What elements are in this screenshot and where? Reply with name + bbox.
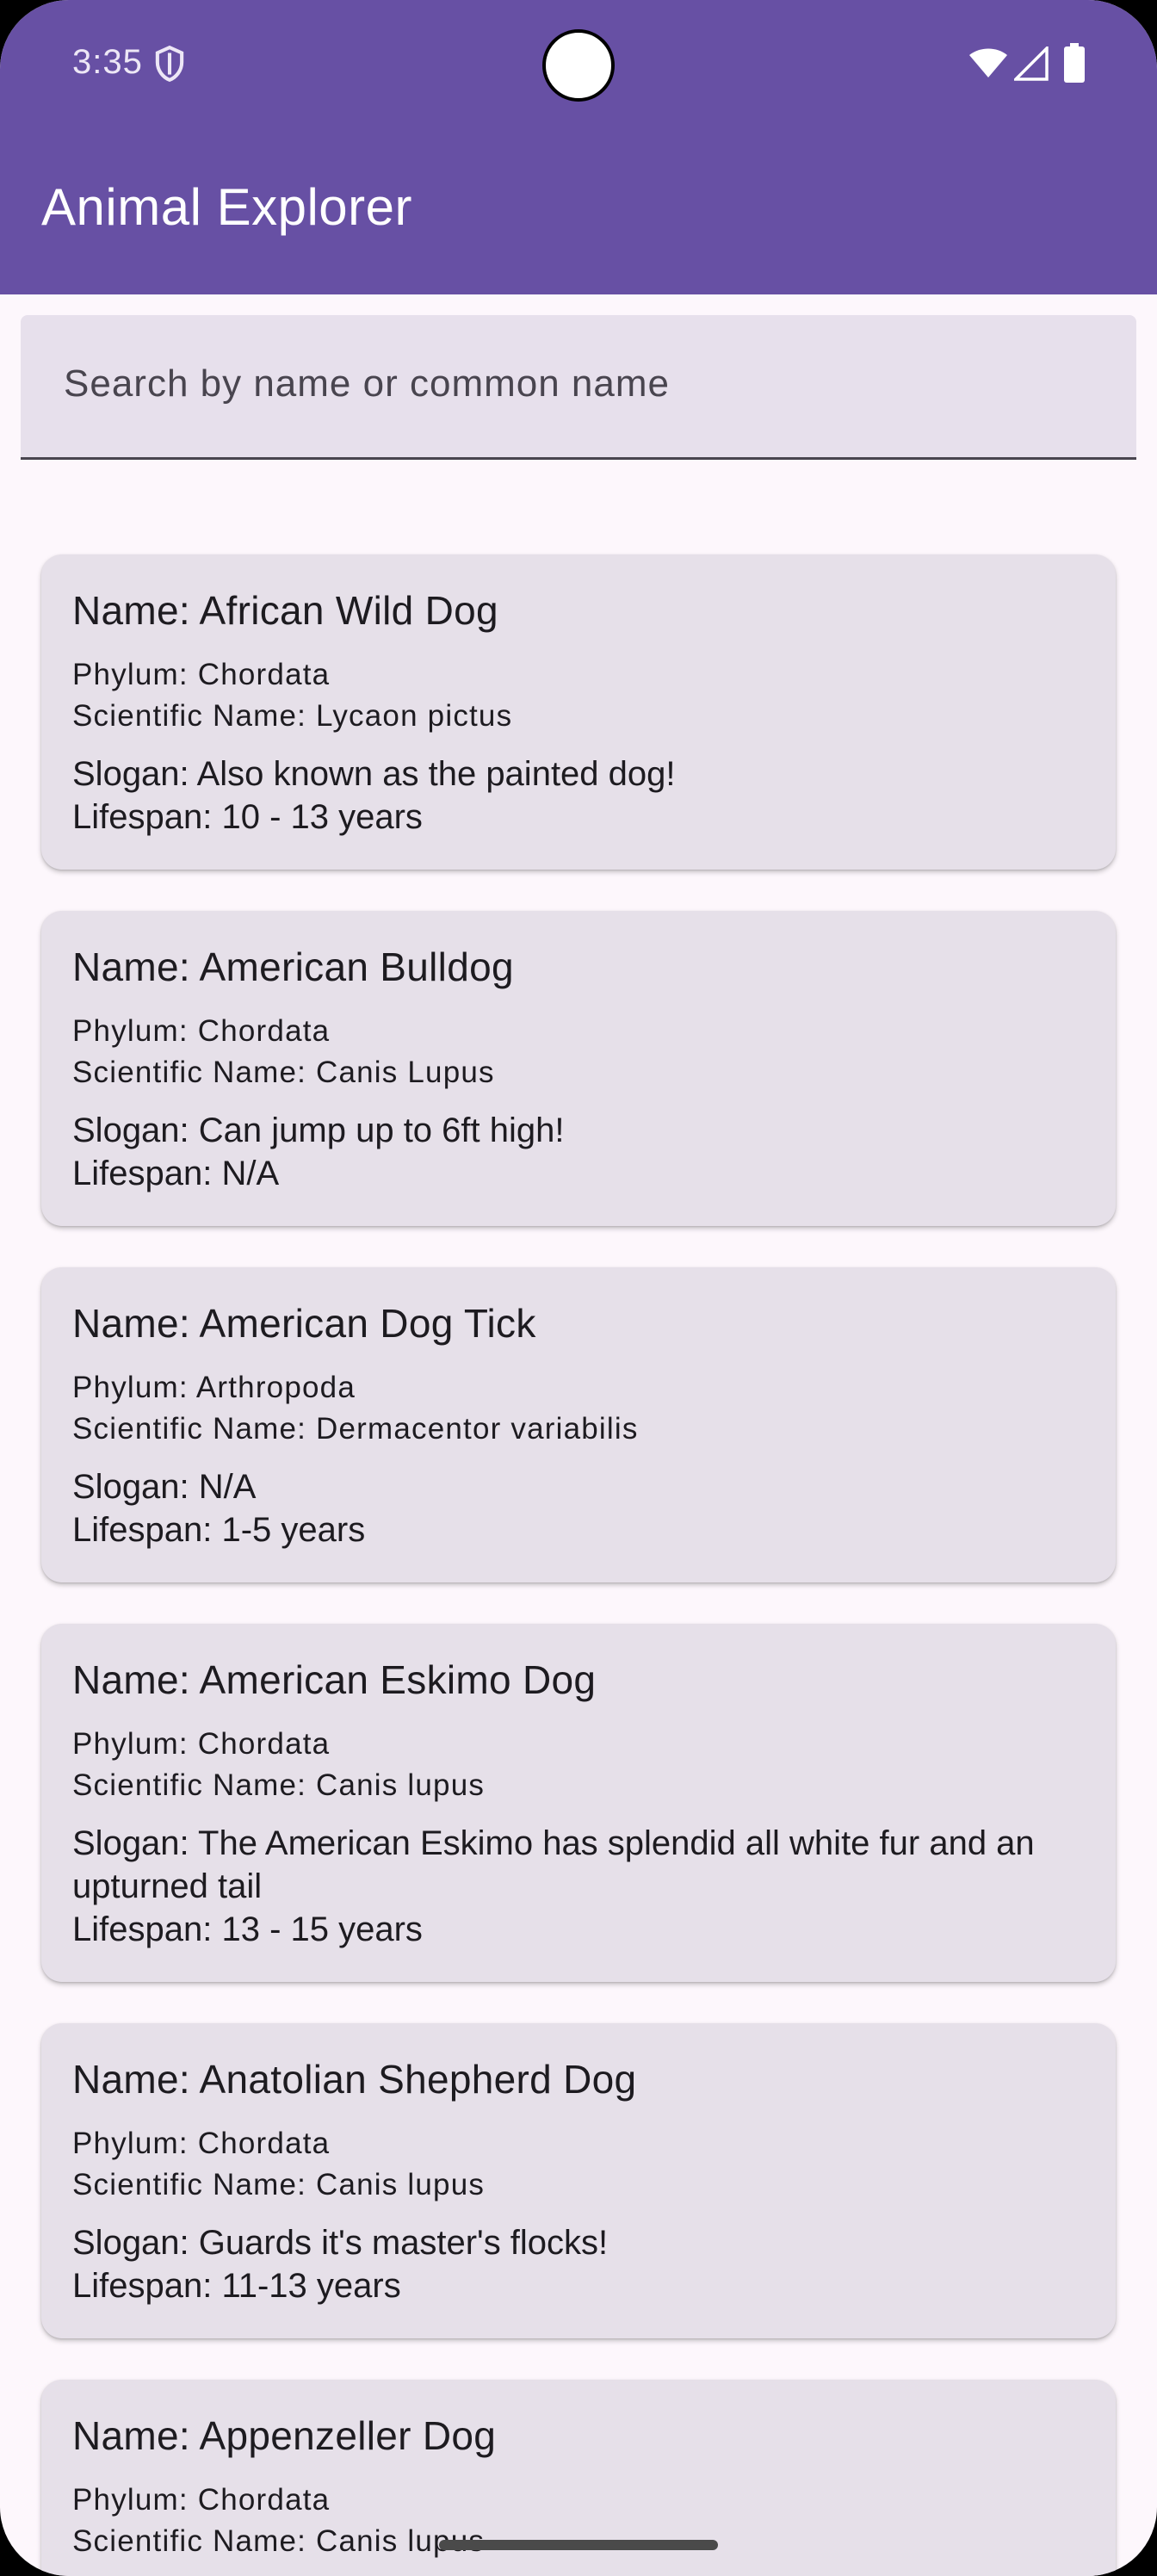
status-time: 3:35: [72, 43, 143, 81]
animal-details: Slogan: Can jump up to 6ft high! Lifespan…: [72, 1109, 1085, 1195]
device-screen: 3:35 Animal Explorer Name: African Wild …: [0, 0, 1157, 2576]
home-indicator[interactable]: [439, 2540, 718, 2550]
animal-meta: Phylum: Chordata Scientific Name: Lycaon …: [72, 654, 1085, 737]
search-field[interactable]: [21, 315, 1136, 460]
status-bar: 3:35: [0, 0, 1157, 129]
animal-details: Slogan: Also known as the painted dog! Li…: [72, 752, 1085, 839]
animal-details: Slogan: N/A Lifespan: 1-5 years: [72, 1465, 1085, 1551]
camera-cutout: [542, 29, 615, 102]
animal-name: Name: American Dog Tick: [72, 1301, 536, 1346]
animal-scientific-name: Scientific Name: Lycaon pictus: [72, 699, 513, 733]
animal-lifespan: Lifespan: N/A: [72, 1155, 280, 1192]
animal-details: Slogan: Guards it's master's flocks! Life…: [72, 2221, 1085, 2307]
animal-slogan: Slogan: N/A: [72, 1468, 257, 1506]
animal-name: Name: African Wild Dog: [72, 588, 498, 633]
animal-phylum: Phylum: Chordata: [72, 2483, 331, 2517]
animal-phylum: Phylum: Chordata: [72, 1014, 331, 1048]
animal-card[interactable]: Name: Anatolian Shepherd Dog Phylum: Chor…: [41, 2023, 1116, 2338]
wifi-icon: [969, 48, 1007, 77]
animal-lifespan: Lifespan: 13 - 15 years: [72, 1910, 423, 1948]
app-bar: Animal Explorer: [0, 129, 1157, 294]
animal-name: Name: Appenzeller Dog: [72, 2413, 497, 2458]
animal-scientific-name: Scientific Name: Canis lupus: [72, 1768, 486, 1802]
animal-phylum: Phylum: Arthropoda: [72, 1371, 356, 1404]
animal-name: Name: American Eskimo Dog: [72, 1657, 597, 1702]
animal-phylum: Phylum: Chordata: [72, 658, 331, 691]
animal-lifespan: Lifespan: 1-5 years: [72, 1511, 366, 1549]
animal-card[interactable]: Name: American Bulldog Phylum: Chordata Sc…: [41, 911, 1116, 1226]
animal-list[interactable]: Name: African Wild Dog Phylum: Chordata Sc…: [41, 554, 1116, 2576]
animal-name: Name: Anatolian Shepherd Dog: [72, 2057, 637, 2102]
search-input[interactable]: [62, 353, 1098, 415]
animal-scientific-name: Scientific Name: Canis Lupus: [72, 1056, 495, 1089]
animal-slogan: Slogan: Can jump up to 6ft high!: [72, 1112, 565, 1149]
shield-icon: [155, 45, 184, 83]
animal-meta: Phylum: Chordata Scientific Name: Canis l…: [72, 1724, 1085, 1806]
animal-card[interactable]: Name: American Dog Tick Phylum: Arthropod…: [41, 1267, 1116, 1582]
animal-details: Slogan: The American Eskimo has splendid…: [72, 1822, 1085, 1951]
animal-phylum: Phylum: Chordata: [72, 1727, 331, 1761]
animal-lifespan: Lifespan: 11-13 years: [72, 2267, 401, 2305]
animal-meta: Phylum: Chordata Scientific Name: Canis L…: [72, 1011, 1085, 1093]
animal-phylum: Phylum: Chordata: [72, 2127, 331, 2160]
animal-card[interactable]: Name: African Wild Dog Phylum: Chordata Sc…: [41, 554, 1116, 870]
signal-icon: [1014, 46, 1049, 81]
animal-scientific-name: Scientific Name: Canis lupus: [72, 2168, 486, 2201]
animal-meta: Phylum: Chordata Scientific Name: Canis l…: [72, 2123, 1085, 2206]
battery-icon: [1064, 43, 1085, 83]
animal-scientific-name: Scientific Name: Dermacentor variabilis: [72, 1412, 639, 1446]
animal-slogan: Slogan: Also known as the painted dog!: [72, 755, 676, 793]
animal-slogan: Slogan: Guards it's master's flocks!: [72, 2224, 609, 2262]
animal-meta: Phylum: Arthropoda Scientific Name: Derma…: [72, 1367, 1085, 1450]
animal-name: Name: American Bulldog: [72, 944, 514, 989]
animal-lifespan: Lifespan: 10 - 13 years: [72, 798, 423, 836]
app-title: Animal Explorer: [41, 178, 412, 236]
animal-slogan: Slogan: The American Eskimo has splendid…: [72, 1824, 1035, 1905]
animal-card[interactable]: Name: American Eskimo Dog Phylum: Chordat…: [41, 1624, 1116, 1982]
